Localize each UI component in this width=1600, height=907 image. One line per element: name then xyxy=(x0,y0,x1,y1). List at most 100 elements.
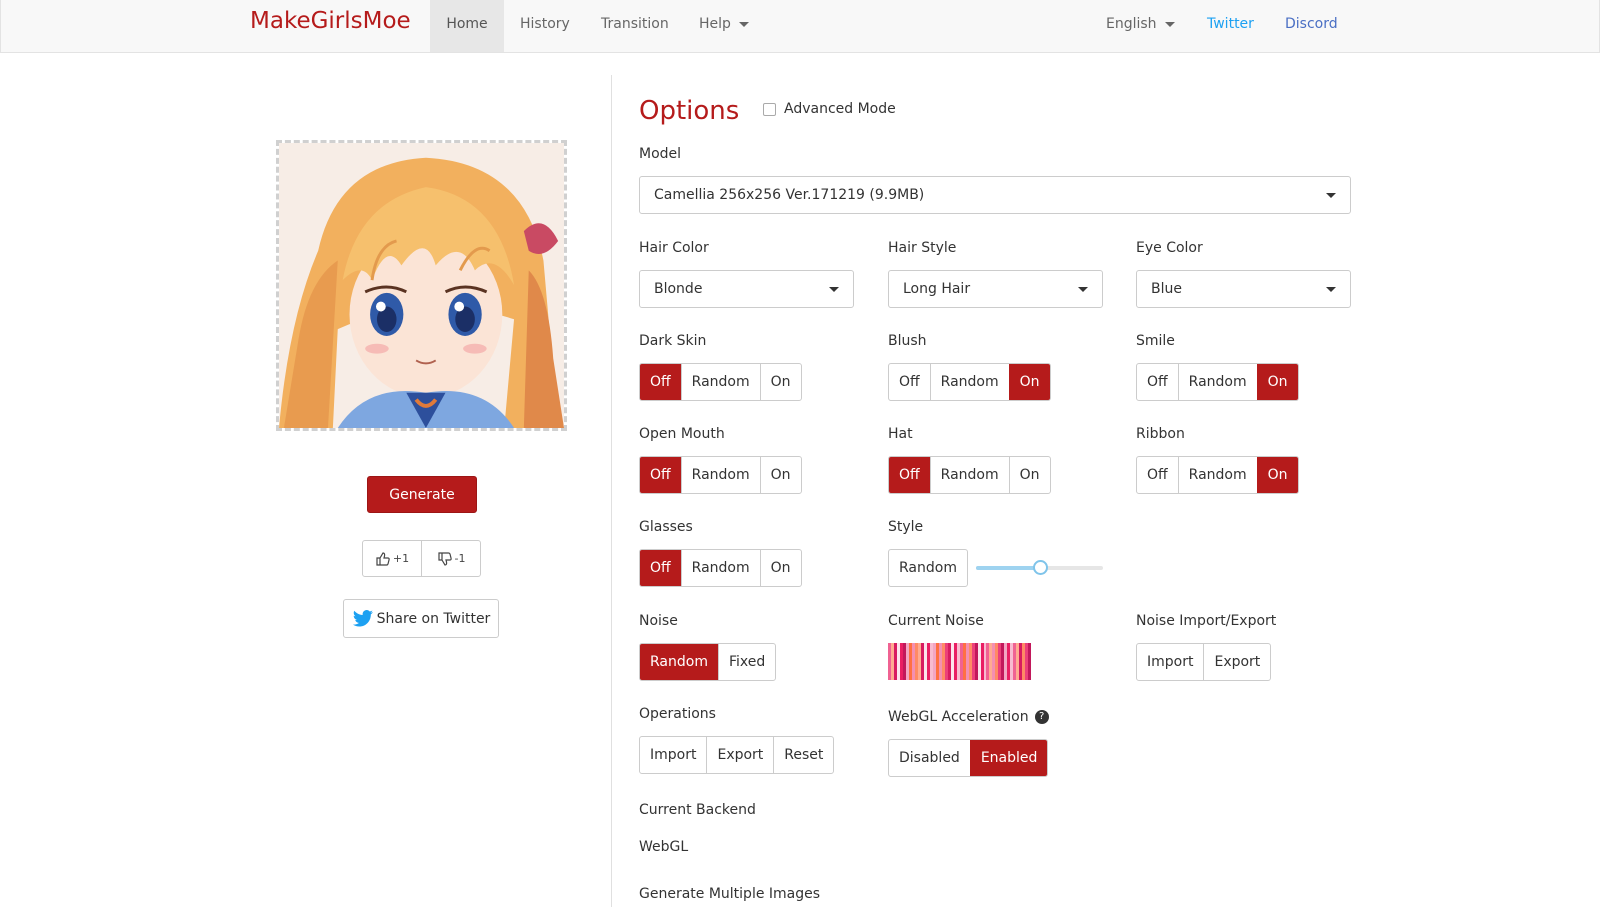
model-select[interactable]: Camellia 256x256 Ver.171219 (9.9MB) xyxy=(639,176,1351,214)
hair-style-label: Hair Style xyxy=(888,240,957,256)
advanced-mode-label: Advanced Mode xyxy=(784,101,896,117)
operation-import-button[interactable]: Import xyxy=(640,737,706,773)
ribbon-on-button[interactable]: On xyxy=(1256,457,1298,493)
ribbon-random-button[interactable]: Random xyxy=(1177,457,1257,493)
dark-skin-on-button[interactable]: On xyxy=(759,364,801,400)
advanced-mode-checkbox[interactable] xyxy=(763,102,776,116)
generated-portrait-image xyxy=(279,143,564,428)
options-title: Options xyxy=(639,96,740,126)
open-mouth-toggle: Off Random On xyxy=(639,456,802,494)
ribbon-toggle: Off Random On xyxy=(1136,456,1299,494)
nav-help-label: Help xyxy=(699,16,731,32)
backend-label: Current Backend xyxy=(639,802,756,818)
share-twitter-button[interactable]: Share on Twitter xyxy=(343,599,499,638)
hat-random-button[interactable]: Random xyxy=(929,457,1009,493)
language-label: English xyxy=(1106,16,1157,32)
noise-random-button[interactable]: Random xyxy=(640,644,718,680)
upvote-button[interactable]: +1 xyxy=(363,541,421,576)
eye-color-select[interactable]: Blue xyxy=(1136,270,1351,308)
open-mouth-off-button[interactable]: Off xyxy=(640,457,681,493)
thumbs-up-icon xyxy=(376,551,390,566)
smile-off-button[interactable]: Off xyxy=(1137,364,1178,400)
smile-random-button[interactable]: Random xyxy=(1177,364,1257,400)
hair-color-label: Hair Color xyxy=(639,240,709,256)
upvote-label: +1 xyxy=(392,552,410,565)
operation-export-button[interactable]: Export xyxy=(706,737,773,773)
nav-help[interactable]: Help xyxy=(699,0,749,52)
style-random-group: Random xyxy=(888,549,968,587)
generate-button[interactable]: Generate xyxy=(367,476,477,513)
share-twitter-label: Share on Twitter xyxy=(376,610,491,627)
nav-home[interactable]: Home xyxy=(430,0,504,52)
operations-group: Import Export Reset xyxy=(639,736,835,774)
glasses-random-button[interactable]: Random xyxy=(680,550,760,586)
webgl-label-text: WebGL Acceleration xyxy=(888,709,1029,725)
hair-style-value: Long Hair xyxy=(903,281,971,297)
hair-color-select[interactable]: Blonde xyxy=(639,270,854,308)
chevron-down-icon xyxy=(1326,193,1336,198)
dark-skin-random-button[interactable]: Random xyxy=(680,364,760,400)
noise-export-button[interactable]: Export xyxy=(1203,644,1270,680)
blush-label: Blush xyxy=(888,333,927,349)
webgl-label: WebGL Acceleration? xyxy=(888,709,1049,725)
dark-skin-toggle: Off Random On xyxy=(639,363,802,401)
noise-fixed-button[interactable]: Fixed xyxy=(717,644,775,680)
nav-twitter[interactable]: Twitter xyxy=(1207,0,1254,52)
dark-skin-off-button[interactable]: Off xyxy=(640,364,681,400)
downvote-button[interactable]: -1 xyxy=(421,541,480,576)
twitter-bird-icon xyxy=(352,609,373,627)
chevron-down-icon xyxy=(1078,287,1088,292)
blush-off-button[interactable]: Off xyxy=(889,364,930,400)
open-mouth-random-button[interactable]: Random xyxy=(680,457,760,493)
chevron-down-icon xyxy=(1326,287,1336,292)
operations-label: Operations xyxy=(639,706,716,722)
glasses-on-button[interactable]: On xyxy=(759,550,801,586)
thumbs-down-icon xyxy=(437,551,452,566)
top-navbar: MakeGirlsMoe Home History Transition Hel… xyxy=(0,0,1600,53)
current-noise-visualization xyxy=(888,643,1032,680)
blush-toggle: Off Random On xyxy=(888,363,1051,401)
language-dropdown[interactable]: English xyxy=(1106,0,1175,52)
hair-style-select[interactable]: Long Hair xyxy=(888,270,1103,308)
noise-import-button[interactable]: Import xyxy=(1137,644,1203,680)
noise-stripe xyxy=(1028,643,1032,680)
glasses-off-button[interactable]: Off xyxy=(640,550,681,586)
blush-random-button[interactable]: Random xyxy=(929,364,1009,400)
open-mouth-on-button[interactable]: On xyxy=(759,457,801,493)
smile-label: Smile xyxy=(1136,333,1175,349)
hat-label: Hat xyxy=(888,426,913,442)
column-divider xyxy=(611,75,612,907)
smile-toggle: Off Random On xyxy=(1136,363,1299,401)
noise-import-export-label: Noise Import/Export xyxy=(1136,613,1277,629)
hat-toggle: Off Random On xyxy=(888,456,1051,494)
brand-logo[interactable]: MakeGirlsMoe xyxy=(250,8,411,34)
webgl-disabled-button[interactable]: Disabled xyxy=(889,740,970,776)
style-slider[interactable] xyxy=(976,560,1103,575)
nav-discord[interactable]: Discord xyxy=(1285,0,1338,52)
generate-multiple-label: Generate Multiple Images xyxy=(639,886,821,902)
noise-mode-toggle: Random Fixed xyxy=(639,643,777,681)
ribbon-label: Ribbon xyxy=(1136,426,1185,442)
nav-history[interactable]: History xyxy=(520,0,570,52)
noise-label: Noise xyxy=(639,613,678,629)
style-random-button[interactable]: Random xyxy=(889,550,967,586)
downvote-label: -1 xyxy=(454,552,466,565)
dark-skin-label: Dark Skin xyxy=(639,333,707,349)
webgl-enabled-button[interactable]: Enabled xyxy=(969,740,1048,776)
nav-transition[interactable]: Transition xyxy=(601,0,669,52)
eye-color-label: Eye Color xyxy=(1136,240,1203,256)
hat-off-button[interactable]: Off xyxy=(889,457,930,493)
style-slider-handle[interactable] xyxy=(1032,560,1048,575)
generated-image-frame xyxy=(276,140,567,431)
chevron-down-icon xyxy=(1164,21,1175,27)
hat-on-button[interactable]: On xyxy=(1008,457,1050,493)
ribbon-off-button[interactable]: Off xyxy=(1137,457,1178,493)
chevron-down-icon xyxy=(738,21,749,27)
advanced-mode-toggle[interactable]: Advanced Mode xyxy=(763,101,896,117)
question-circle-icon[interactable]: ? xyxy=(1034,710,1049,724)
smile-on-button[interactable]: On xyxy=(1256,364,1298,400)
blush-on-button[interactable]: On xyxy=(1008,364,1050,400)
operation-reset-button[interactable]: Reset xyxy=(773,737,833,773)
chevron-down-icon xyxy=(829,287,839,292)
current-noise-label: Current Noise xyxy=(888,613,984,629)
